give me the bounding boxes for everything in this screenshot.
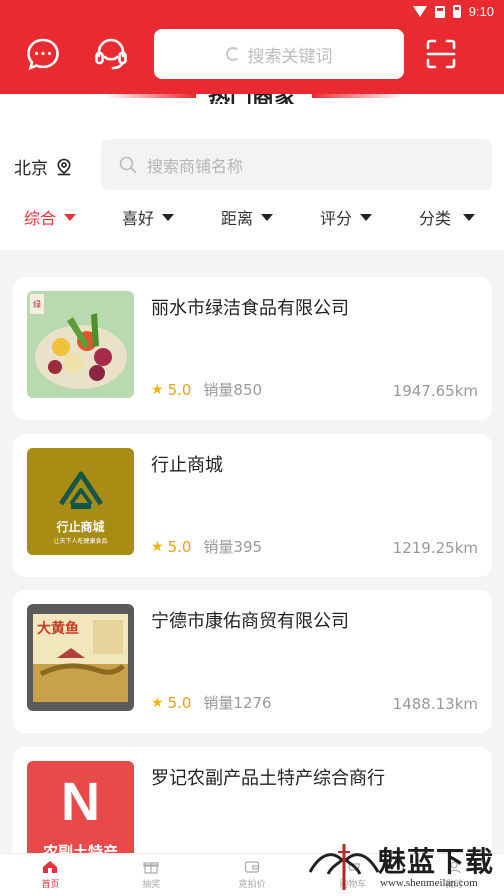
- dropdown-icon: [463, 213, 476, 221]
- wifi-icon: [412, 5, 427, 18]
- dropdown-icon: [261, 213, 274, 221]
- dropdown-icon: [64, 213, 77, 221]
- shop-name: 宁德市康佑商贸有限公司: [151, 611, 349, 632]
- sim-icon: [434, 5, 445, 18]
- keyword-search-placeholder: 搜索关键词: [247, 46, 333, 67]
- sort-label: 喜好: [122, 209, 155, 228]
- shop-name: 罗记农副产品土特产综合商行: [151, 768, 385, 789]
- shop-thumbnail: 绿: [27, 291, 134, 398]
- location-pin-icon: [57, 158, 71, 175]
- shop-rating: ★ 5.0 销量395: [151, 536, 262, 557]
- loading-icon: [225, 47, 240, 61]
- shop-card[interactable]: 行止商城 让天下人吃健康食品 行止商城 ★ 5.0 销量395 1219.25k…: [13, 434, 492, 577]
- sort-preference[interactable]: 喜好: [122, 205, 175, 229]
- sort-distance[interactable]: 距离: [221, 205, 274, 229]
- star-icon: ★: [151, 538, 164, 555]
- rating-value: 5.0: [167, 380, 192, 399]
- keyword-search-input[interactable]: 搜索关键词: [154, 29, 404, 79]
- shop-search-placeholder: 搜索商铺名称: [147, 156, 244, 176]
- shop-distance: 1947.65km: [392, 382, 478, 400]
- shop-distance: 1488.13km: [392, 695, 478, 713]
- sort-category[interactable]: 分类: [419, 205, 476, 229]
- status-time: 9:10: [468, 4, 494, 19]
- sort-comprehensive[interactable]: 综合: [24, 205, 77, 229]
- sort-label: 距离: [221, 209, 254, 228]
- tab-label: 首页: [41, 880, 60, 890]
- search-icon: [119, 156, 137, 173]
- shop-card[interactable]: 大黄鱼 宁德市康佑商贸有限公司 ★ 5.0 销量1276 1488.13km: [13, 590, 492, 733]
- shop-search-input[interactable]: 搜索商铺名称: [101, 139, 492, 190]
- tab-label: 竞拍价: [238, 880, 266, 890]
- dropdown-icon: [360, 213, 373, 221]
- shop-thumbnail: 行止商城 让天下人吃健康食品: [27, 448, 134, 555]
- shop-card[interactable]: 绿 丽水市绿洁食品有限公司 ★ 5.0 销量850 1947.65km: [13, 277, 492, 420]
- shop-name: 行止商城: [151, 455, 223, 476]
- dropdown-icon: [162, 213, 175, 221]
- filter-panel: 北京 搜索商铺名称 综合 喜好 距离 评分 分类: [0, 104, 504, 250]
- shop-rating: ★ 5.0 销量1276: [151, 692, 272, 713]
- sort-label: 评分: [320, 209, 353, 228]
- section-title: 热门商家: [0, 94, 504, 104]
- scan-icon[interactable]: [423, 36, 459, 72]
- shop-distance: 1219.25km: [392, 539, 478, 557]
- headset-icon[interactable]: [93, 36, 129, 72]
- sort-label: 分类: [419, 209, 452, 228]
- logo-text: 行止商城: [56, 520, 105, 534]
- tab-home[interactable]: 首页: [0, 854, 101, 896]
- sales-count: 销量850: [203, 381, 263, 399]
- shop-rating: ★ 5.0 销量850: [151, 379, 262, 400]
- status-bar: 9:10: [412, 4, 494, 19]
- tab-auction[interactable]: 竞拍价: [202, 854, 303, 896]
- watermark-text: 魅蓝下载: [378, 845, 495, 878]
- city-label: 北京: [14, 159, 48, 179]
- city-selector[interactable]: 北京: [14, 154, 72, 179]
- section-title-strip: 热门商家: [0, 94, 504, 104]
- rating-value: 5.0: [167, 693, 192, 712]
- shop-thumbnail: 大黄鱼: [27, 604, 134, 711]
- sales-count: 销量395: [203, 538, 263, 556]
- logo-slogan: 让天下人吃健康食品: [53, 538, 108, 545]
- wallet-icon: [244, 861, 260, 873]
- sort-label: 综合: [24, 209, 57, 228]
- tab-lottery[interactable]: 抽奖: [101, 854, 202, 896]
- tab-label: 抽奖: [142, 880, 161, 890]
- sort-rating[interactable]: 评分: [320, 205, 373, 229]
- shop-name: 丽水市绿洁食品有限公司: [151, 298, 349, 319]
- gift-icon: [143, 862, 159, 874]
- svg-text:绿: 绿: [33, 300, 41, 309]
- star-icon: ★: [151, 381, 164, 398]
- sales-count: 销量1276: [203, 694, 272, 712]
- rating-value: 5.0: [167, 537, 192, 556]
- app-header: 9:10 搜索关键词: [0, 0, 504, 94]
- watermark-url: www.shenmeilan.com: [380, 877, 478, 889]
- home-icon: [43, 861, 58, 873]
- logo-text: 大黄鱼: [37, 621, 79, 637]
- chat-icon[interactable]: [25, 36, 61, 72]
- star-icon: ★: [151, 694, 164, 711]
- logo-letter: N: [61, 772, 100, 832]
- battery-icon: [452, 5, 461, 18]
